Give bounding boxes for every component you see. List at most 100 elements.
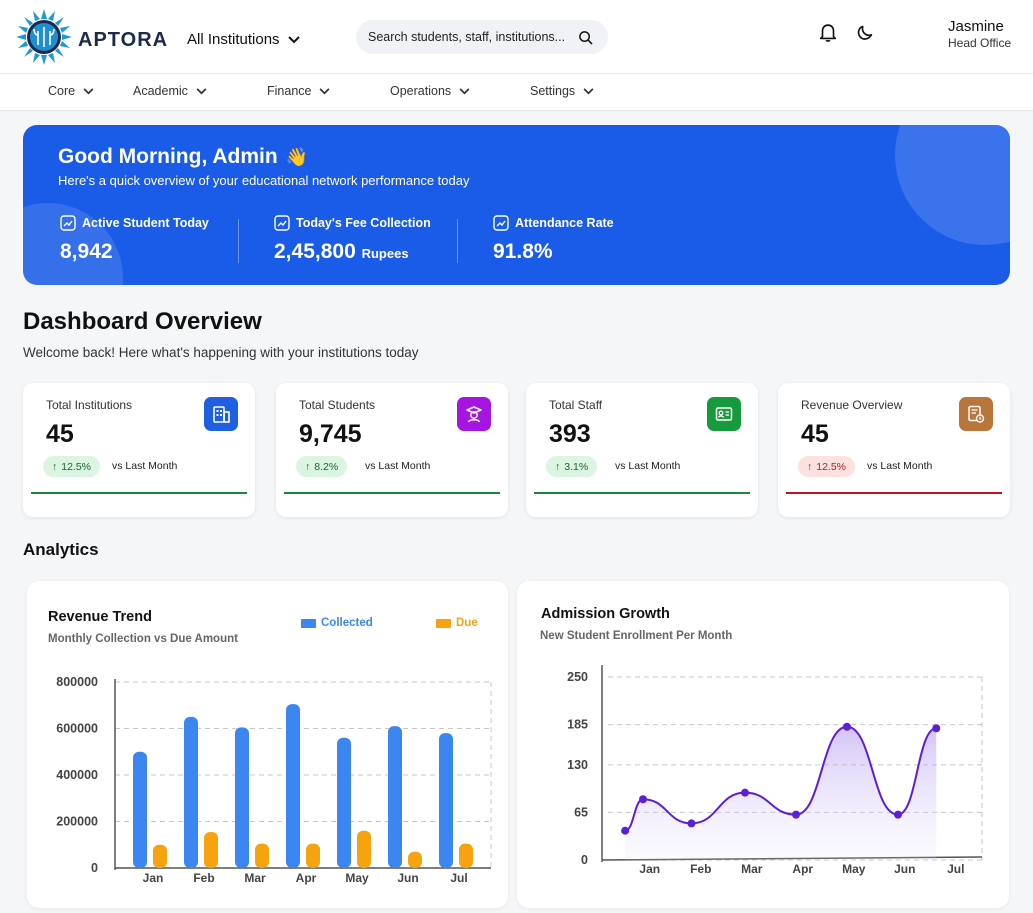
y-tick-label: 400000: [56, 768, 98, 782]
y-tick-label: 0: [91, 861, 98, 875]
trend-line: [284, 492, 500, 494]
y-tick-label: 800000: [56, 675, 98, 689]
nav-core[interactable]: Core: [48, 84, 94, 98]
bar-collected: [235, 727, 249, 868]
y-tick-label: 250: [567, 670, 588, 684]
greeting-text: Good Morning, Admin: [58, 145, 278, 168]
y-tick-label: 600000: [56, 722, 98, 736]
user-name: Jasmine: [948, 18, 1004, 35]
x-tick-label: Jan: [143, 871, 164, 885]
trend-chart-icon: [493, 215, 509, 231]
bar-collected: [388, 726, 402, 868]
bar-collected: [439, 733, 453, 868]
bar-collected: [184, 716, 198, 868]
bar-due: [306, 843, 320, 868]
area-fill: [625, 726, 937, 860]
chevron-down-icon: [319, 87, 330, 94]
decorative-circle: [895, 125, 1010, 245]
card-value: 393: [549, 420, 591, 448]
x-tick-label: Mar: [244, 871, 266, 885]
card-label: Total Students: [299, 398, 376, 412]
nav-label: Core: [48, 84, 76, 98]
admission-area-chart: 0 65 130 185 250 Jan Feb Mar Apr May Jun Jul: [567, 665, 983, 876]
card-value: 45: [46, 420, 74, 448]
chevron-down-icon: [83, 87, 94, 94]
bar-collected: [286, 704, 300, 868]
comparison-label: vs Last Month: [615, 460, 681, 472]
stat-value-row: 2,45,800 Rupees: [274, 240, 431, 264]
user-role: Head Office: [948, 36, 1012, 50]
data-point: [792, 810, 800, 819]
bar-collected: [133, 751, 147, 868]
stat-active-students: Active Student Today 8,942: [60, 215, 209, 264]
comparison-label: vs Last Month: [365, 460, 431, 472]
stat-unit: Rupees: [361, 246, 409, 261]
nav-label: Settings: [530, 84, 576, 98]
card-total-staff[interactable]: Total Staff 393 ↑ 3.1% vs Last Month: [526, 383, 758, 517]
trend-chart-icon: [274, 215, 290, 231]
stat-value: 2,45,800: [274, 240, 356, 263]
card-total-institutions[interactable]: Total Institutions 45 ↑ 12.5% vs Last Mo…: [23, 383, 255, 517]
x-tick-label: May: [345, 871, 369, 885]
nav-label: Academic: [133, 84, 188, 98]
change-badge: ↑ 3.1%: [546, 456, 598, 477]
x-tick-label: Apr: [792, 862, 813, 876]
card-label: Revenue Overview: [801, 398, 903, 412]
card-revenue-overview[interactable]: Revenue Overview 45 ↑ 12.5% vs Last Mont…: [778, 383, 1010, 517]
x-tick-label: Apr: [296, 871, 317, 885]
bar-due: [255, 843, 269, 868]
user-profile[interactable]: Jasmine Head Office: [948, 18, 1011, 50]
x-tick-label: Jun: [894, 862, 915, 876]
nav-finance[interactable]: Finance: [267, 84, 330, 98]
bar-due: [153, 844, 167, 868]
card-total-students[interactable]: Total Students 9,745 ↑ 8.2% vs Last Mont…: [276, 383, 508, 517]
institution-select[interactable]: All Institutions: [187, 31, 300, 48]
revenue-trend-panel: Revenue Trend Monthly Collection vs Due …: [27, 581, 508, 908]
bar-due: [204, 831, 218, 868]
moon-icon[interactable]: [854, 21, 876, 43]
section-title: Analytics: [23, 540, 99, 559]
page-subtitle: Welcome back! Here what's happening with…: [23, 345, 419, 360]
nav-label: Operations: [390, 84, 452, 98]
bell-icon[interactable]: [817, 21, 839, 43]
main-nav: Core Academic Finance Operations Setting…: [0, 74, 1033, 111]
data-point: [741, 788, 749, 797]
top-header: APTORA All Institutions Jasmine Head Off…: [0, 0, 1033, 74]
search-icon[interactable]: [578, 30, 593, 45]
greeting-title: Good Morning, Admin 👋: [58, 145, 308, 169]
x-tick-label: Jan: [639, 862, 660, 876]
card-label: Total Staff: [549, 398, 603, 412]
nav-academic[interactable]: Academic: [133, 84, 207, 98]
aptora-logo: [16, 9, 72, 65]
chevron-down-icon: [287, 35, 300, 43]
change-badge: ↑ 12.5%: [43, 456, 101, 477]
nav-settings[interactable]: Settings: [530, 84, 594, 98]
stat-label: Active Student Today: [82, 216, 209, 230]
chevron-down-icon: [196, 87, 207, 94]
bar-due: [408, 851, 422, 868]
nav-operations[interactable]: Operations: [390, 84, 470, 98]
building-icon: [204, 397, 238, 431]
page-title: Dashboard Overview: [23, 308, 262, 335]
data-point: [621, 826, 630, 835]
card-label: Total Institutions: [46, 398, 133, 412]
stat-label: Today's Fee Collection: [296, 216, 431, 230]
stat-label: Attendance Rate: [515, 216, 614, 230]
y-tick-label: 130: [567, 758, 588, 772]
change-badge: ↑ 8.2%: [296, 456, 348, 477]
chevron-down-icon: [583, 87, 594, 94]
stat-fee-collection: Today's Fee Collection 2,45,800 Rupees: [274, 215, 431, 264]
change-value: 8.2%: [314, 460, 339, 473]
trend-line: [31, 492, 247, 494]
report-icon: [959, 397, 993, 431]
bar-collected: [337, 737, 351, 868]
welcome-banner: Good Morning, Admin 👋 Here's a quick ove…: [23, 125, 1010, 285]
stat-attendance: Attendance Rate 91.8%: [493, 215, 614, 264]
search-input[interactable]: [368, 30, 568, 44]
chevron-down-icon: [459, 87, 470, 94]
search-bar[interactable]: [356, 20, 608, 54]
trend-line: [534, 492, 750, 494]
graduate-icon: [457, 397, 491, 431]
card-value: 9,745: [299, 420, 362, 448]
data-point: [843, 722, 851, 731]
